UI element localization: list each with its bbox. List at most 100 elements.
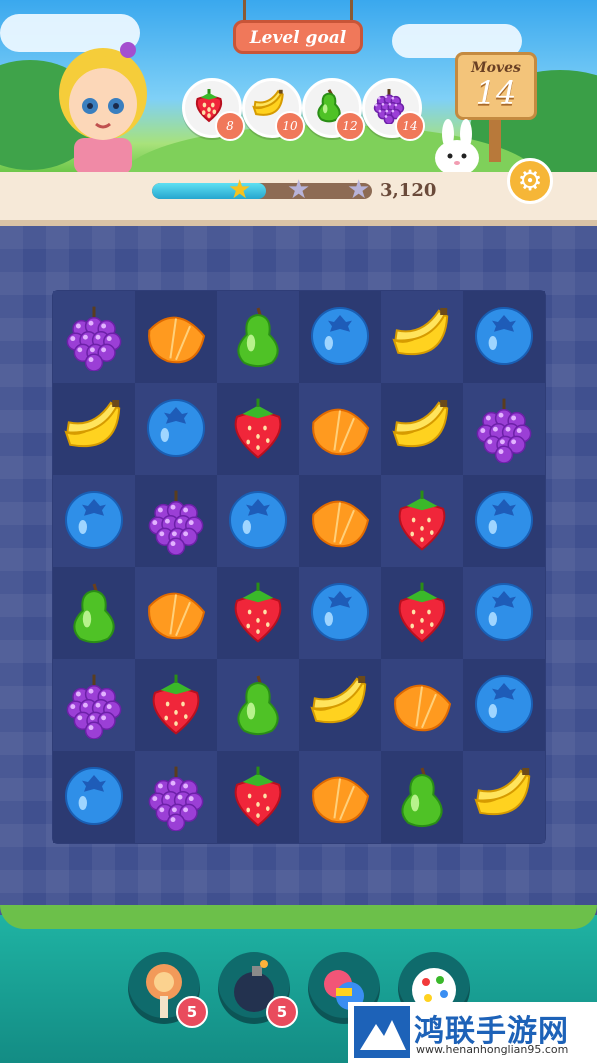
goal-count: 10 [275,111,305,141]
star-icon: ★ [228,175,252,205]
board-cell[interactable] [217,567,299,659]
goal-count: 14 [395,111,425,141]
goal-grape: 14 [362,78,425,141]
blueberry-icon [141,393,211,467]
goal-pear: 12 [302,78,365,141]
board-cell[interactable] [135,567,217,659]
watermark-url: www.henanhonglian95.com [416,1043,569,1056]
board-cell[interactable] [299,475,381,567]
strawberry-icon [141,669,211,743]
settings-gear-icon[interactable]: ⚙ [507,158,553,204]
grape-icon [59,669,129,743]
moves-value: 14 [475,74,517,112]
pear-icon [59,577,129,651]
board-cell[interactable] [463,659,545,751]
board-cell[interactable] [53,383,135,475]
blueberry-icon [469,669,539,743]
board-cell[interactable] [53,291,135,383]
blueberry-icon [305,301,375,375]
goal-strawberry: 8 [182,78,245,141]
board-cell[interactable] [463,751,545,843]
blueberry-icon [305,577,375,651]
pear-icon [223,669,293,743]
booster-count: 5 [176,996,208,1028]
level-goal-title: Level goal [233,20,363,54]
orange-icon [305,485,375,559]
board-cell[interactable] [299,383,381,475]
board-cell[interactable] [381,659,463,751]
board-cell[interactable] [217,291,299,383]
orange-icon [141,301,211,375]
strawberry-icon [223,577,293,651]
board-cell[interactable] [135,751,217,843]
moves-sign: Moves 14 [455,52,537,120]
banana-icon [59,393,129,467]
watermark: 鸿联手游网 www.henanhonglian95.com [348,1002,597,1063]
board-cell[interactable] [381,383,463,475]
board-cell[interactable] [381,751,463,843]
bunny-character [435,119,479,176]
pear-icon [223,301,293,375]
board-cell[interactable] [217,751,299,843]
pear-icon [387,761,457,835]
goal-banana: 10 [242,78,305,141]
board-cell[interactable] [299,659,381,751]
strawberry-icon [223,393,293,467]
star-icon: ★ [287,175,311,205]
board-cell[interactable] [463,291,545,383]
star-icon: ★ [347,175,371,205]
banana-icon [469,761,539,835]
game-board [52,290,546,844]
lollipop-hammer-booster[interactable]: 5 [128,952,208,1028]
board-cell[interactable] [217,475,299,567]
board-cell[interactable] [53,567,135,659]
board-cell[interactable] [381,567,463,659]
blueberry-icon [469,301,539,375]
blueberry-icon [223,485,293,559]
board-cell[interactable] [217,383,299,475]
banana-icon [305,669,375,743]
booster-count: 5 [266,996,298,1028]
goal-count: 12 [335,111,365,141]
blueberry-icon [469,577,539,651]
strawberry-icon [387,485,457,559]
grape-icon [141,485,211,559]
board-cell[interactable] [135,291,217,383]
board-cell[interactable] [135,659,217,751]
orange-icon [305,761,375,835]
orange-icon [305,393,375,467]
girl-character [59,42,147,174]
blueberry-icon [59,761,129,835]
strawberry-icon [387,577,457,651]
board-cell[interactable] [53,659,135,751]
board-cell[interactable] [463,567,545,659]
bomb-booster[interactable]: 5 [218,952,298,1028]
banana-icon [387,301,457,375]
board-cell[interactable] [299,751,381,843]
grape-icon [469,393,539,467]
orange-icon [141,577,211,651]
goal-count: 8 [215,111,245,141]
strawberry-icon [223,761,293,835]
score-value: 3,120 [380,180,437,201]
grape-icon [141,761,211,835]
board-cell[interactable] [53,475,135,567]
board-cell[interactable] [463,475,545,567]
score-progress-bar [152,183,372,199]
board-cell[interactable] [299,567,381,659]
blueberry-icon [59,485,129,559]
board-cell[interactable] [53,751,135,843]
watermark-logo [354,1006,410,1058]
board-cell[interactable] [463,383,545,475]
banana-icon [387,393,457,467]
board-cell[interactable] [381,475,463,567]
board-cell[interactable] [381,291,463,383]
sign-rope [350,0,353,22]
board-cell[interactable] [299,291,381,383]
board-cell[interactable] [135,475,217,567]
moves-sign-post [489,118,501,162]
sign-rope [243,0,246,22]
board-cell[interactable] [217,659,299,751]
board-cell[interactable] [135,383,217,475]
orange-icon [387,669,457,743]
